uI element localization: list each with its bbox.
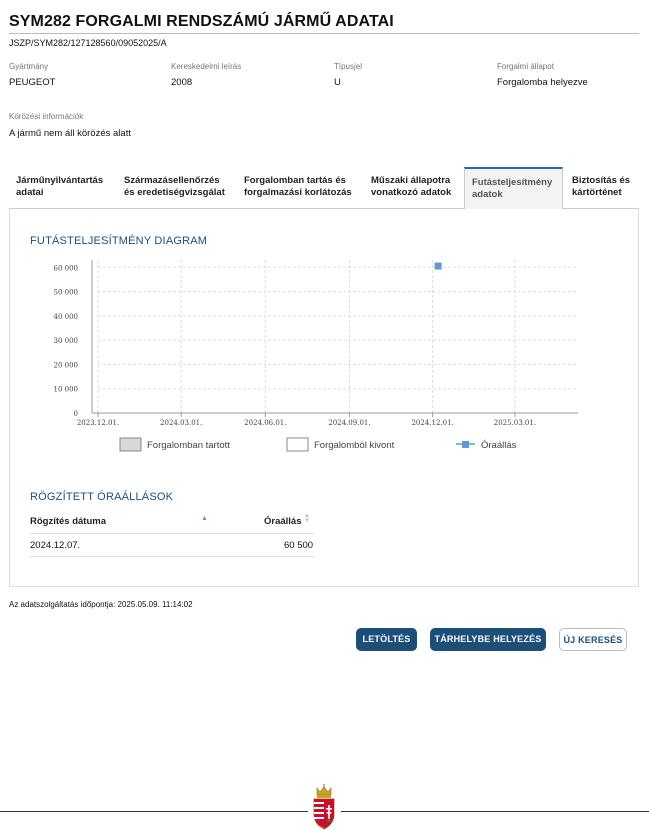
commercial-description-value: 2008	[171, 77, 193, 88]
wanted-info-value: A jármű nem áll körözés alatt	[9, 128, 131, 139]
tab-bar: Járműnyilvántartás adatai Származásellen…	[9, 167, 639, 210]
readings-title: RÖGZÍTETT ÓRAÁLLÁSOK	[30, 491, 174, 503]
save-to-storage-button[interactable]: TÁRHELYBE HELYEZÉS	[430, 628, 546, 651]
type-label: Típusjel	[334, 62, 363, 71]
column-header-date[interactable]: Rögzítés dátuma	[30, 516, 106, 527]
table-row-divider	[30, 556, 314, 557]
mileage-panel	[9, 209, 639, 587]
tab-technical-condition[interactable]: Műszaki állapotra vonatkozó adatok	[364, 167, 464, 209]
footer-divider-right	[341, 811, 649, 812]
tab-label-line: adatok	[472, 189, 503, 200]
tab-label-line: és eredetiségvizsgálat	[124, 187, 225, 198]
data-timestamp: Az adatszolgáltatás időpontja: 2025.05.0…	[9, 600, 193, 609]
tab-mileage[interactable]: Futásteljesítmény adatok	[464, 167, 563, 210]
registration-status-label: Forgalmi állapot	[497, 62, 554, 71]
tab-label-line: Műszaki állapotra	[371, 175, 451, 186]
tab-vehicle-registry[interactable]: Járműnyilvántartás adatai	[9, 167, 115, 209]
sort-icon[interactable]: ▲ ▼	[304, 513, 310, 524]
page-title: SYM282 FORGALMI RENDSZÁMÚ JÁRMŰ ADATAI	[9, 13, 394, 30]
download-button[interactable]: LETÖLTÉS	[356, 628, 417, 651]
tab-origin-check[interactable]: Származásellenőrzés és eredetiségvizsgál…	[117, 167, 237, 209]
tab-label-line: vonatkozó adatok	[371, 187, 452, 198]
tab-circulation-restrictions[interactable]: Forgalomban tartás és forgalmazási korlá…	[237, 167, 363, 209]
tab-insurance[interactable]: Biztosítás és kártörténet	[565, 167, 639, 209]
commercial-description-label: Kereskedelmi leírás	[171, 62, 242, 71]
tab-label-line: Biztosítás és	[572, 175, 631, 186]
make-label: Gyártmány	[9, 62, 49, 71]
tab-label-line: forgalmazási korlátozás	[244, 187, 352, 198]
tab-label-line: Járműnyilvántartás	[16, 175, 104, 186]
type-value: U	[334, 77, 341, 88]
tab-label-line: Származásellenőrzés	[124, 175, 220, 186]
table-header-divider	[30, 533, 314, 534]
hungarian-coat-of-arms-icon	[313, 784, 335, 830]
column-header-mileage[interactable]: Óraállás	[264, 516, 302, 527]
wanted-info-label: Körözési információk	[9, 112, 84, 121]
title-divider	[9, 33, 639, 34]
tab-label-line: Futásteljesítmény	[472, 177, 553, 188]
document-id: JSZP/SYM282/127128560/09052025/A	[9, 38, 167, 48]
sort-ascending-icon[interactable]: ▲	[201, 515, 208, 522]
footer-divider-left	[0, 811, 308, 812]
registration-status-value: Forgalomba helyezve	[497, 77, 588, 88]
diagram-title: FUTÁSTELJESÍTMÉNY DIAGRAM	[30, 235, 208, 247]
make-value: PEUGEOT	[9, 77, 56, 88]
reading-date: 2024.12.07.	[30, 540, 81, 551]
tab-label-line: kártörténet	[572, 187, 622, 198]
new-search-button[interactable]: ÚJ KERESÉS	[559, 628, 627, 651]
reading-value: 60 500	[284, 540, 314, 551]
tab-label-line: Forgalomban tartás és	[244, 175, 346, 186]
tab-label-line: adatai	[16, 187, 44, 198]
